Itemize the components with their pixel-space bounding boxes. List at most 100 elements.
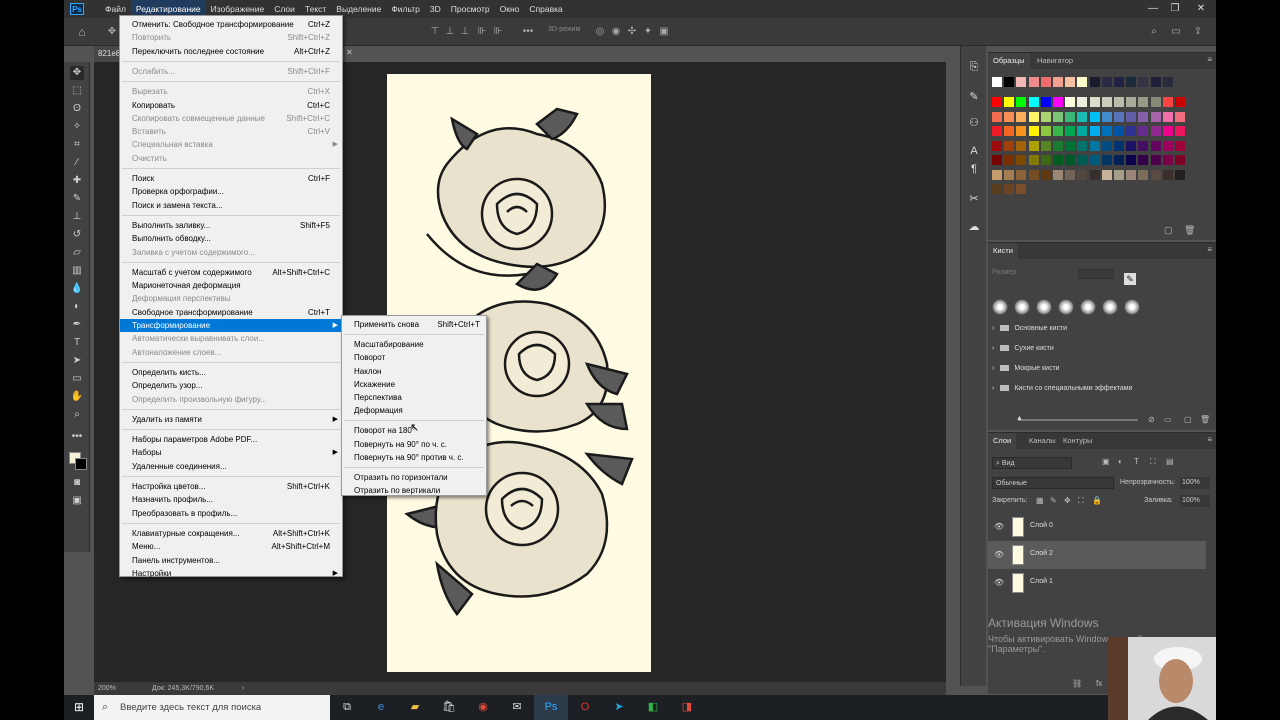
layer-row[interactable]: 👁 Слой 0 bbox=[988, 513, 1206, 541]
color-swatch[interactable] bbox=[1138, 140, 1149, 151]
zoom-tool-icon[interactable]: ⌕ bbox=[70, 408, 84, 422]
color-swatch[interactable] bbox=[1028, 111, 1039, 122]
lock-image-icon[interactable]: ✎ bbox=[1050, 496, 1057, 505]
brush-size-slider[interactable] bbox=[1018, 419, 1138, 421]
edit-menu-item[interactable]: Поиск и замена текста... bbox=[120, 199, 342, 212]
edit-menu-item[interactable]: Свободное трансформирование Ctrl+T bbox=[120, 306, 342, 319]
marquee-tool-icon[interactable]: ⬚ bbox=[70, 84, 84, 98]
magic-wand-icon[interactable]: ✧ bbox=[70, 120, 84, 134]
transform-menu-item[interactable]: Повернуть на 90° против ч. с. bbox=[342, 451, 486, 464]
color-swatch[interactable] bbox=[1065, 140, 1076, 151]
edit-menu-item[interactable]: Заливка с учетом содержимого... bbox=[120, 246, 342, 259]
more-options-icon[interactable]: ••• bbox=[522, 26, 534, 38]
color-swatch[interactable] bbox=[1150, 77, 1161, 87]
edit-menu-item[interactable]: Удалить из памяти ▶ bbox=[120, 413, 342, 426]
color-swatch[interactable] bbox=[1028, 140, 1039, 151]
lock-position-icon[interactable]: ✥ bbox=[1064, 496, 1071, 505]
color-swatch[interactable] bbox=[1162, 155, 1173, 165]
color-swatch[interactable] bbox=[1065, 169, 1076, 180]
layer-filter-select[interactable]: ⌕ Вид bbox=[992, 457, 1072, 469]
brushes-menu-icon[interactable]: ≡ bbox=[1207, 245, 1212, 254]
color-swatch[interactable] bbox=[1089, 111, 1100, 122]
tab-navigator[interactable]: Навигатор bbox=[1032, 53, 1078, 69]
taskbar-search-box[interactable]: ⌕ Введите здесь текст для поиска bbox=[94, 695, 330, 720]
color-swatch[interactable] bbox=[1138, 155, 1149, 165]
background-color-swatch[interactable] bbox=[75, 458, 87, 470]
color-swatch[interactable] bbox=[1138, 126, 1149, 136]
brush-preset[interactable] bbox=[1058, 299, 1074, 315]
color-swatch[interactable] bbox=[1101, 97, 1112, 107]
opacity-input[interactable]: 100% bbox=[1180, 477, 1210, 489]
tab-layers[interactable]: Слои bbox=[988, 433, 1017, 449]
color-swatch[interactable] bbox=[1089, 77, 1100, 87]
color-swatch[interactable] bbox=[1040, 77, 1051, 87]
workspace-icon[interactable]: ▭ bbox=[1170, 26, 1182, 38]
delete-brush-icon[interactable]: 🗑 bbox=[1200, 415, 1210, 424]
layers-menu-icon[interactable]: ≡ bbox=[1207, 435, 1212, 444]
color-swatch[interactable] bbox=[1028, 126, 1039, 136]
color-swatch[interactable] bbox=[1053, 155, 1063, 165]
color-swatch[interactable] bbox=[992, 140, 1002, 151]
color-swatch[interactable] bbox=[1004, 155, 1015, 165]
edit-menu-item[interactable]: Очистить bbox=[120, 152, 342, 165]
color-swatch[interactable] bbox=[1150, 155, 1161, 165]
edit-menu-item[interactable]: Поиск Ctrl+F bbox=[120, 172, 342, 185]
color-swatch[interactable] bbox=[1016, 140, 1027, 151]
color-swatch[interactable] bbox=[1138, 111, 1149, 122]
menu-7[interactable]: 3D bbox=[425, 0, 446, 18]
color-swatch[interactable] bbox=[1126, 155, 1137, 165]
distribute-icon[interactable]: ⊪ bbox=[476, 26, 488, 38]
color-swatch[interactable] bbox=[1101, 77, 1112, 87]
color-swatch[interactable] bbox=[1065, 97, 1076, 107]
menu-8[interactable]: Просмотр bbox=[446, 0, 495, 18]
color-swatch[interactable] bbox=[1040, 126, 1051, 136]
tab-swatches[interactable]: Образцы bbox=[988, 53, 1030, 69]
clone-source-icon[interactable]: ⚇ bbox=[967, 116, 981, 130]
color-swatch[interactable] bbox=[1089, 140, 1100, 151]
layer-style-icon[interactable]: fx bbox=[1096, 679, 1102, 688]
layer-row[interactable]: 👁 Слой 2 bbox=[988, 541, 1206, 569]
status-arrow-icon[interactable]: › bbox=[242, 682, 244, 695]
edit-menu-item[interactable]: Вырезать Ctrl+X bbox=[120, 85, 342, 98]
edit-menu-item[interactable]: Автоматически выравнивать слои... bbox=[120, 332, 342, 345]
color-swatch[interactable] bbox=[1162, 140, 1173, 151]
color-swatch[interactable] bbox=[1016, 77, 1027, 87]
color-swatch[interactable] bbox=[992, 169, 1002, 180]
color-swatch[interactable] bbox=[1101, 155, 1112, 165]
move-tool-icon[interactable]: ✥ bbox=[70, 66, 84, 80]
edge-icon[interactable]: e bbox=[364, 695, 398, 720]
tool-presets-icon[interactable]: ✂ bbox=[967, 192, 981, 206]
color-swatch[interactable] bbox=[1162, 97, 1173, 107]
color-swatch[interactable] bbox=[1126, 140, 1137, 151]
align-top-icon[interactable]: ⊤ bbox=[429, 26, 441, 38]
edit-menu-item[interactable]: Определить произвольную фигуру... bbox=[120, 393, 342, 406]
transform-menu-item[interactable]: Отразить по вертикали bbox=[342, 484, 486, 497]
edit-menu-item[interactable]: Панель инструментов... bbox=[120, 554, 342, 567]
edit-menu-item[interactable]: Скопировать совмещенные данные Shift+Ctrl… bbox=[120, 112, 342, 125]
transform-menu-item[interactable]: Искажение bbox=[342, 378, 486, 391]
color-swatch[interactable] bbox=[992, 111, 1002, 122]
color-swatch[interactable] bbox=[1114, 155, 1124, 165]
lock-all-icon[interactable]: 🔒 bbox=[1092, 496, 1102, 505]
task-view-icon[interactable]: ⧉ bbox=[330, 695, 364, 720]
color-swatch[interactable] bbox=[1162, 126, 1173, 136]
search-icon[interactable]: ⌕ bbox=[1148, 26, 1160, 38]
color-swatch[interactable] bbox=[1004, 97, 1015, 107]
transform-menu-item[interactable]: Применить снова Shift+Ctrl+T bbox=[342, 318, 486, 331]
brush-preset[interactable] bbox=[992, 299, 1008, 315]
history-brush-icon[interactable]: ↺ bbox=[70, 228, 84, 242]
color-swatch[interactable] bbox=[1175, 111, 1185, 122]
edit-menu-item[interactable]: Наборы ▶ bbox=[120, 446, 342, 459]
color-swatch[interactable] bbox=[1004, 184, 1015, 194]
transform-menu-item[interactable]: Масштабирование bbox=[342, 338, 486, 351]
brush-preset[interactable] bbox=[1014, 299, 1030, 315]
align-bottom-icon[interactable]: ⊥ bbox=[459, 26, 471, 38]
color-swatch[interactable] bbox=[1162, 77, 1173, 87]
menu-9[interactable]: Окно bbox=[495, 0, 525, 18]
brush-tool-icon[interactable]: ✎ bbox=[70, 192, 84, 206]
color-swatch[interactable] bbox=[1077, 111, 1088, 122]
home-icon[interactable]: ⌂ bbox=[76, 26, 88, 38]
edit-menu-item[interactable]: Проверка орфографии... bbox=[120, 185, 342, 198]
brush-preset[interactable] bbox=[1036, 299, 1052, 315]
color-swatch[interactable] bbox=[1175, 140, 1185, 151]
